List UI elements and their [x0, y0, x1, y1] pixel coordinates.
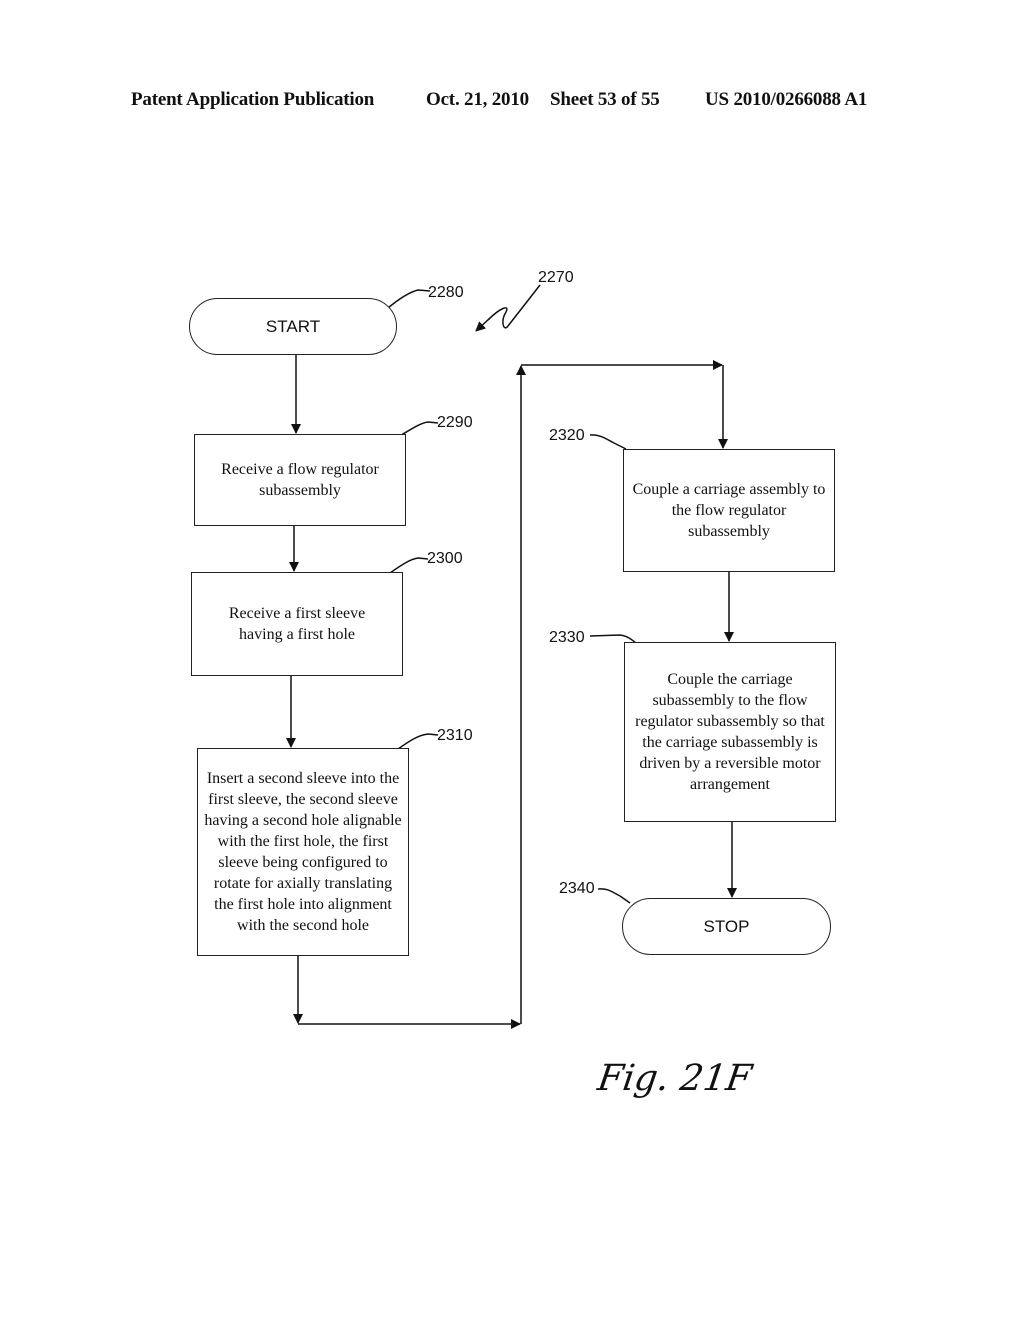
- figure-label: Fig. 21F: [595, 1058, 755, 1099]
- leader-2270: [487, 284, 541, 329]
- step-2310-box: Insert a second sleeve into the first sl…: [197, 748, 409, 956]
- flowchart-connectors: [286, 284, 737, 1029]
- step-2320-box: Couple a carriage assembly to the flow r…: [623, 449, 835, 572]
- ref-2280: 2280: [428, 284, 464, 301]
- ref-2310: 2310: [437, 727, 473, 744]
- ref-2340: 2340: [559, 880, 595, 897]
- leader-2310: [397, 733, 439, 750]
- leader-2320: [589, 434, 627, 450]
- step-2330-box: Couple the carriage subassembly to the f…: [624, 642, 836, 822]
- ref-2270: 2270: [538, 269, 574, 286]
- leader-2340: [597, 888, 631, 904]
- ref-2300: 2300: [427, 550, 463, 567]
- step-2300-box: Receive a first sleeve having a first ho…: [191, 572, 403, 676]
- leader-2280: [387, 289, 431, 309]
- ref-2330: 2330: [549, 629, 585, 646]
- ref-2290: 2290: [437, 414, 473, 431]
- start-terminal: START: [189, 298, 397, 355]
- leader-2300: [389, 557, 429, 574]
- leader-2270-arrow: [475, 317, 491, 332]
- stop-terminal: STOP: [622, 898, 831, 955]
- ref-2320: 2320: [549, 427, 585, 444]
- step-2290-box: Receive a flow regulator subassembly: [194, 434, 406, 526]
